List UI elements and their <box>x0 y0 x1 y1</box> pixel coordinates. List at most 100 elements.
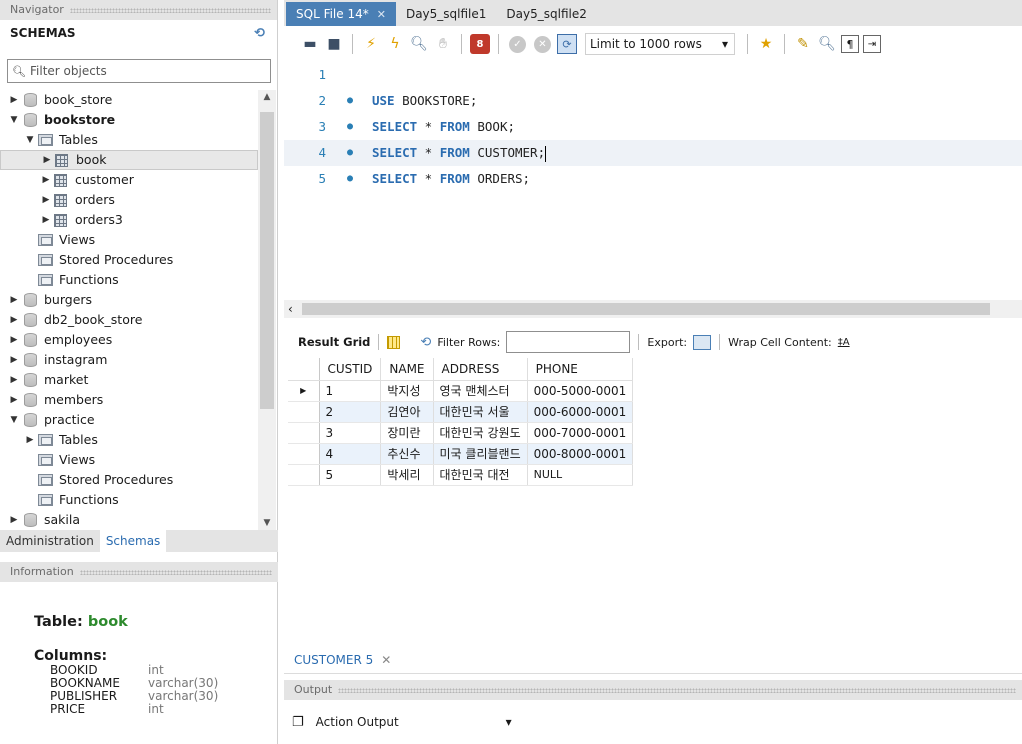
row-header[interactable] <box>288 422 320 444</box>
tree-item-functions[interactable]: Functions <box>0 270 258 290</box>
grid-cell[interactable]: 대한민국 서울 <box>433 401 528 423</box>
tree-item-functions[interactable]: Functions <box>0 490 258 510</box>
tree-item-views[interactable]: Views <box>0 450 258 470</box>
tab-schemas[interactable]: Schemas <box>99 530 167 552</box>
grid-cell[interactable]: 000-5000-0001 <box>527 380 634 402</box>
tree-item-instagram[interactable]: ▶ instagram <box>0 350 258 370</box>
refresh-results-icon[interactable]: ⟲ <box>420 335 431 350</box>
beautify-icon[interactable]: ✎ <box>793 34 813 54</box>
copy-icon[interactable]: ❐ <box>292 715 304 730</box>
code-line[interactable]: 1 <box>284 62 1022 88</box>
code-line[interactable]: 2 ● USE BOOKSTORE; <box>284 88 1022 114</box>
tree-item-practice[interactable]: ▼ practice <box>0 410 258 430</box>
tree-scrollbar[interactable]: ▲ ▼ <box>258 90 276 530</box>
grid-cell[interactable]: 김연아 <box>380 401 434 423</box>
tree-item-market[interactable]: ▶ market <box>0 370 258 390</box>
sql-editor[interactable]: 1 2 ● USE BOOKSTORE; 3 ● SELECT * FROM BOOK; 4 ●… <box>284 62 1022 298</box>
tab-day5-sqlfile2[interactable]: Day5_sqlfile2 <box>496 2 596 26</box>
row-header[interactable]: ▶ <box>288 380 320 402</box>
expand-arrow-icon[interactable]: ▶ <box>24 430 36 450</box>
invisible-chars-icon[interactable]: ¶ <box>841 35 859 53</box>
grid-cell[interactable]: 추신수 <box>380 443 434 465</box>
row-header[interactable] <box>288 443 320 465</box>
tab-day5-sqlfile1[interactable]: Day5_sqlfile1 <box>396 2 496 26</box>
export-icon[interactable] <box>693 334 712 350</box>
tree-item-orders3[interactable]: ▶ orders3 <box>0 210 258 230</box>
limit-rows-select[interactable]: Limit to 1000 rows ▾ <box>585 33 735 55</box>
grid-cell[interactable]: 2 <box>319 401 382 423</box>
expand-arrow-icon[interactable]: ▶ <box>8 390 20 410</box>
grid-cell[interactable]: 4 <box>319 443 382 465</box>
grid-cell[interactable]: 000-8000-0001 <box>527 443 634 465</box>
add-snippet-icon[interactable]: ★ <box>756 34 776 54</box>
close-icon[interactable]: ✕ <box>381 653 391 667</box>
column-header-phone[interactable]: PHONE <box>527 358 634 381</box>
table-row[interactable]: 4 추신수 미국 클리블랜드 000-8000-0001 <box>288 443 634 465</box>
column-header-address[interactable]: ADDRESS <box>433 358 528 381</box>
tree-item-members[interactable]: ▶ members <box>0 390 258 410</box>
row-header[interactable] <box>288 401 320 423</box>
expand-arrow-icon[interactable]: ▶ <box>8 350 20 370</box>
column-header-custid[interactable]: CUSTID <box>319 358 382 381</box>
expand-arrow-icon[interactable]: ▶ <box>40 170 52 190</box>
table-row[interactable]: ▶ 1 박지성 영국 맨체스터 000-5000-0001 <box>288 380 634 402</box>
code-line[interactable]: 5 ● SELECT * FROM ORDERS; <box>284 166 1022 192</box>
grid-cell[interactable]: 5 <box>319 464 382 486</box>
grid-view-icon[interactable] <box>387 335 401 349</box>
code-line[interactable]: 4 ● SELECT * FROM CUSTOMER; <box>284 140 1022 166</box>
tab-sql-file-14-[interactable]: SQL File 14* ✕ <box>286 2 396 26</box>
filter-rows-input[interactable] <box>506 331 631 353</box>
expand-arrow-icon[interactable]: ▶ <box>8 90 20 110</box>
grid-cell[interactable]: 000-6000-0001 <box>527 401 634 423</box>
tab-administration[interactable]: Administration <box>0 530 100 552</box>
scroll-left-icon[interactable]: ‹ <box>288 300 293 318</box>
collapse-arrow-icon[interactable]: ▼ <box>24 130 36 150</box>
scroll-up-icon[interactable]: ▲ <box>258 92 276 102</box>
tree-item-views[interactable]: Views <box>0 230 258 250</box>
tree-item-sakila[interactable]: ▶ sakila <box>0 510 258 530</box>
table-row[interactable]: 2 김연아 대한민국 서울 000-6000-0001 <box>288 401 634 423</box>
grid-cell[interactable]: 미국 클리블랜드 <box>433 443 528 465</box>
expand-arrow-icon[interactable]: ▶ <box>41 150 53 170</box>
tree-item-employees[interactable]: ▶ employees <box>0 330 258 350</box>
stop-on-error-icon[interactable]: 8 <box>470 34 490 54</box>
row-header[interactable] <box>288 464 320 486</box>
tree-item-bookstore[interactable]: ▼ bookstore <box>0 110 258 130</box>
rollback-icon[interactable]: ✕ <box>534 35 551 53</box>
grid-cell[interactable]: 3 <box>319 422 382 444</box>
editor-hscroll-thumb[interactable] <box>302 303 990 315</box>
result-tab-customer[interactable]: CUSTOMER 5 ✕ <box>284 647 402 673</box>
grid-cell[interactable]: 000-7000-0001 <box>527 422 634 444</box>
open-folder-icon[interactable]: ▬ <box>300 34 320 54</box>
tree-item-stored-procedures[interactable]: Stored Procedures <box>0 470 258 490</box>
autocommit-toggle-icon[interactable]: ⟳ <box>557 34 577 54</box>
stop-icon[interactable]: ✋︎ <box>433 34 453 54</box>
tree-item-tables[interactable]: ▶ Tables <box>0 430 258 450</box>
tree-item-customer[interactable]: ▶ customer <box>0 170 258 190</box>
grid-cell[interactable]: 박세리 <box>380 464 434 486</box>
collapse-arrow-icon[interactable]: ▼ <box>8 110 20 130</box>
grid-cell[interactable]: 대한민국 대전 <box>433 464 528 486</box>
execute-current-icon[interactable]: ϟ <box>385 34 405 54</box>
result-grid-label[interactable]: Result Grid <box>298 335 370 349</box>
find-icon[interactable]: 🔍︎ <box>817 34 837 54</box>
tree-scroll-thumb[interactable] <box>260 112 274 409</box>
scroll-down-icon[interactable]: ▼ <box>258 518 276 528</box>
grid-cell[interactable]: 1 <box>319 380 382 402</box>
editor-hscrollbar[interactable]: ‹ <box>284 300 1022 318</box>
tree-item-book-store[interactable]: ▶ book_store <box>0 90 258 110</box>
code-line[interactable]: 3 ● SELECT * FROM BOOK; <box>284 114 1022 140</box>
refresh-icon[interactable]: ⟲ <box>254 26 265 41</box>
expand-arrow-icon[interactable]: ▶ <box>8 510 20 530</box>
explain-icon[interactable]: 🔍︎ <box>409 34 429 54</box>
expand-arrow-icon[interactable]: ▶ <box>8 370 20 390</box>
wrap-cell-icon[interactable]: ‡A <box>838 337 850 348</box>
word-wrap-icon[interactable]: ⇥ <box>863 35 881 53</box>
expand-arrow-icon[interactable]: ▶ <box>8 330 20 350</box>
commit-icon[interactable]: ✓ <box>509 35 526 53</box>
table-row[interactable]: 5 박세리 대한민국 대전 NULL <box>288 464 634 486</box>
grid-cell[interactable]: 장미란 <box>380 422 434 444</box>
tree-item-db2-book-store[interactable]: ▶ db2_book_store <box>0 310 258 330</box>
collapse-arrow-icon[interactable]: ▼ <box>8 410 20 430</box>
tree-item-tables[interactable]: ▼ Tables <box>0 130 258 150</box>
